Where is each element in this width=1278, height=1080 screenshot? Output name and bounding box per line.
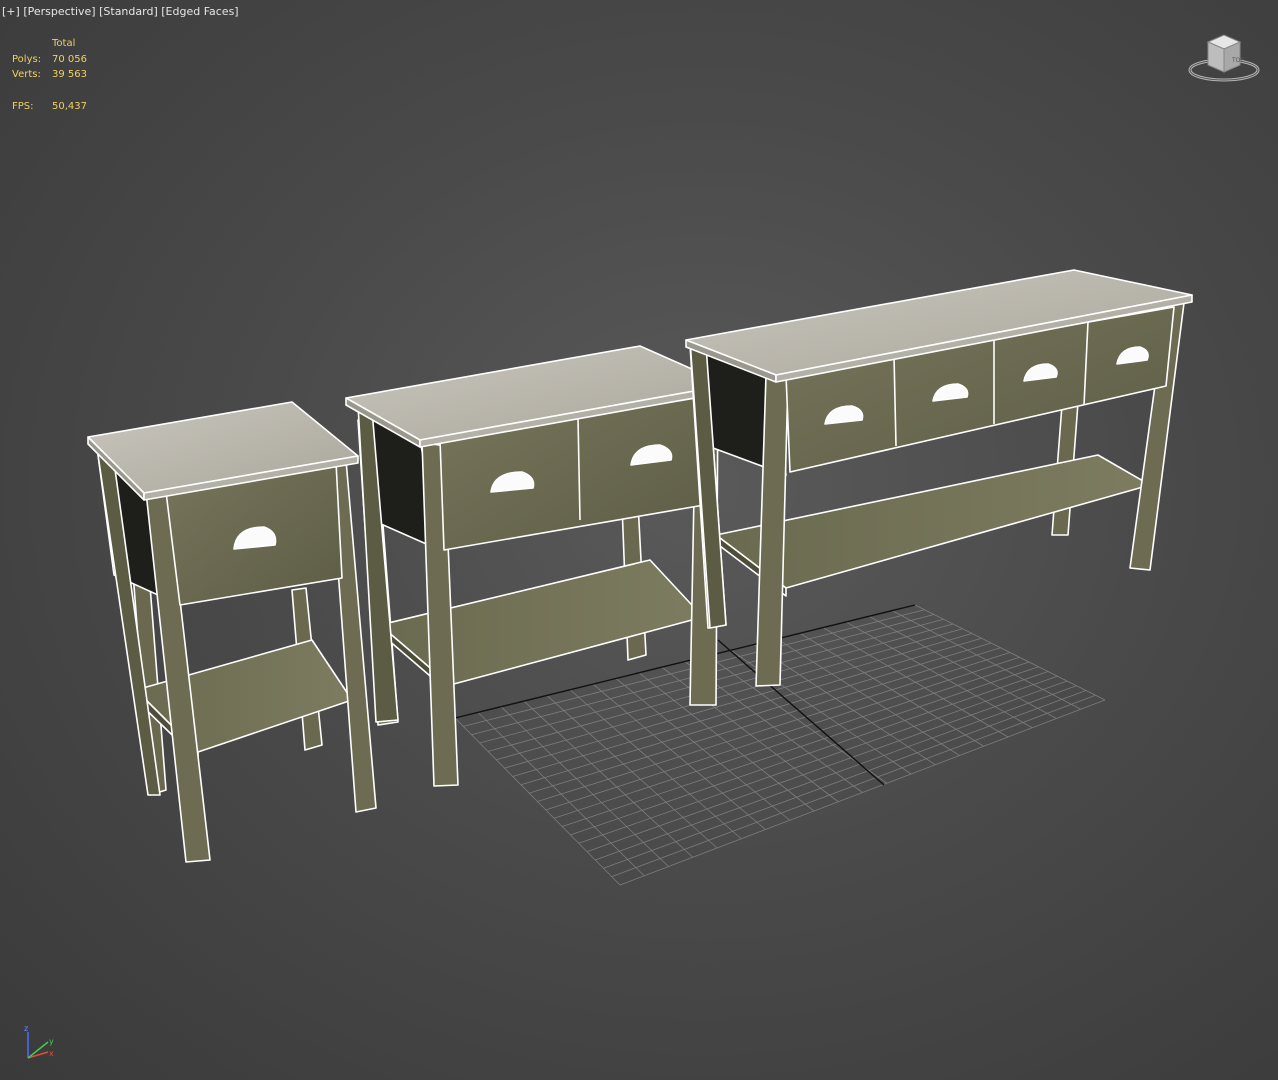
grid-line — [914, 604, 1106, 701]
grid-line — [891, 610, 1081, 710]
axis-z-label: z — [24, 1024, 28, 1033]
viewcube-face-label: TOP — [1231, 57, 1244, 64]
perspective-viewport[interactable]: [+] [Perspective] [Standard] [Edged Face… — [0, 0, 1278, 1080]
axis-x-label: x — [49, 1049, 54, 1058]
grid-line — [868, 615, 1057, 719]
axis-y-label: y — [49, 1037, 54, 1046]
viewcube-icon[interactable]: TOP — [1186, 30, 1262, 90]
grid-line — [619, 699, 1106, 886]
axis-tripod-icon: z x y — [18, 1022, 60, 1068]
scene-render — [87, 269, 1193, 886]
nightstand-small — [87, 401, 377, 863]
grid-line — [603, 690, 1087, 869]
console-large — [685, 269, 1193, 687]
